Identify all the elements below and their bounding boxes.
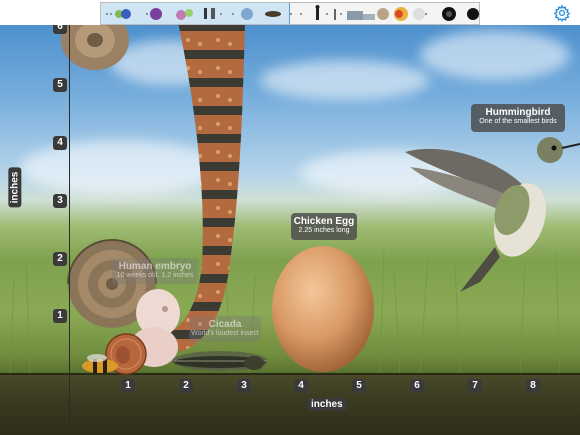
scale-navigator-strip[interactable] bbox=[100, 2, 480, 25]
x-tick-label: 6 bbox=[410, 379, 424, 393]
y-tick-label: 3 bbox=[53, 194, 67, 208]
hummingbird-title: Hummingbird bbox=[485, 107, 551, 118]
bee bbox=[82, 354, 118, 373]
y-tick-label: 5 bbox=[53, 78, 67, 92]
x-axis-title: inches bbox=[307, 398, 347, 411]
figure-icon bbox=[204, 8, 215, 19]
blackhole-icon bbox=[442, 7, 479, 21]
sun-icon bbox=[394, 7, 408, 21]
planet-icon bbox=[377, 8, 389, 20]
y-axis-title: inches bbox=[8, 167, 22, 208]
cicada-label[interactable]: Cicada World's loudest insect bbox=[189, 316, 261, 342]
y-tick-label: 2 bbox=[53, 252, 67, 266]
person-icon bbox=[315, 5, 320, 20]
ground bbox=[0, 374, 580, 435]
x-tick-label: 3 bbox=[237, 379, 251, 393]
cloud bbox=[260, 60, 430, 100]
x-tick-label: 2 bbox=[179, 379, 193, 393]
tower-icon bbox=[334, 9, 336, 20]
chicken-egg-title: Chicken Egg bbox=[293, 216, 355, 227]
x-tick-label: 1 bbox=[121, 379, 135, 393]
cells-icon bbox=[176, 9, 193, 20]
galaxy-icon bbox=[413, 8, 425, 20]
earth-icon bbox=[241, 8, 253, 20]
city-icon bbox=[347, 11, 375, 20]
cicada-title: Cicada bbox=[208, 319, 242, 330]
virus-icon bbox=[150, 8, 162, 20]
cicada bbox=[172, 351, 268, 371]
hummingbird-label[interactable]: Hummingbird One of the smallest birds bbox=[471, 104, 565, 132]
cicada-subtitle: World's loudest insect bbox=[191, 330, 259, 337]
cloud bbox=[420, 30, 570, 80]
hummingbird bbox=[405, 137, 580, 292]
chicken-egg-subtitle: 2.25 inches long bbox=[298, 227, 350, 234]
x-tick-label: 4 bbox=[294, 379, 308, 393]
x-tick-label: 7 bbox=[468, 379, 482, 393]
chicken-egg-label[interactable]: Chicken Egg 2.25 inches long bbox=[291, 213, 357, 240]
scale-scene[interactable]: 6 5 4 3 2 1 1 2 3 4 5 6 7 8 inches inche… bbox=[0, 0, 580, 435]
y-axis-line bbox=[69, 20, 70, 435]
strip-thumbnails bbox=[106, 5, 479, 21]
chicken-egg bbox=[272, 246, 374, 372]
hummingbird-subtitle: One of the smallest birds bbox=[479, 118, 557, 125]
human-embryo-title: Human embryo bbox=[118, 261, 192, 272]
gear-icon[interactable] bbox=[553, 4, 571, 22]
toolbar bbox=[0, 0, 580, 25]
y-tick-label: 4 bbox=[53, 136, 67, 150]
y-tick-label: 1 bbox=[53, 309, 67, 323]
insect-icon bbox=[265, 11, 281, 17]
x-tick-label: 5 bbox=[352, 379, 366, 393]
flower-icon bbox=[115, 9, 131, 19]
x-tick-label: 8 bbox=[526, 379, 540, 393]
human-embryo-label[interactable]: Human embryo 10 weeks old, 1.2 inches bbox=[112, 258, 198, 284]
human-embryo-subtitle: 10 weeks old, 1.2 inches bbox=[116, 272, 194, 279]
